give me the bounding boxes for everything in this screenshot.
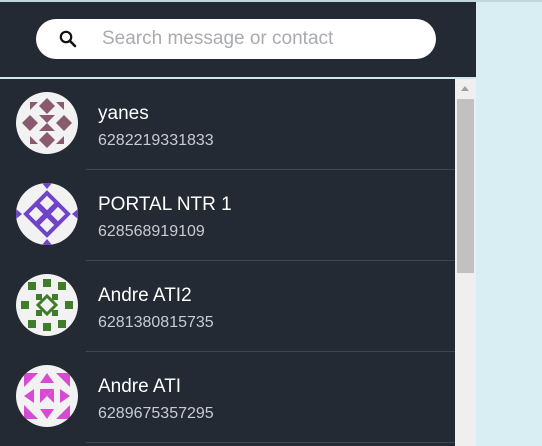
- scrollbar-thumb[interactable]: [457, 99, 474, 273]
- contact-item-portal-ntr-1[interactable]: PORTAL NTR 1 628568919109: [0, 170, 455, 261]
- search-bar-area: [0, 2, 476, 79]
- contact-item-andre-ati[interactable]: Andre ATI 6289675357295: [0, 352, 455, 443]
- scroll-up-arrow-icon[interactable]: [455, 79, 476, 99]
- contact-name: yanes: [98, 103, 149, 124]
- contacts-panel: yanes 6282219331833: [0, 2, 476, 446]
- avatar: [16, 92, 78, 154]
- contact-phone: 6289675357295: [98, 405, 214, 422]
- contact-name: Andre ATI2: [98, 285, 192, 306]
- avatar: [16, 365, 78, 427]
- contact-list: yanes 6282219331833 PORTAL NTR 1 6285689…: [0, 79, 455, 446]
- contact-item-andre-ati2[interactable]: Andre ATI2 6281380815735: [0, 261, 455, 352]
- contact-name: Andre ATI: [98, 376, 182, 397]
- contact-phone: 628568919109: [98, 223, 205, 240]
- avatar: [16, 183, 78, 245]
- avatar: [16, 274, 78, 336]
- contact-phone: 6282219331833: [98, 132, 214, 149]
- divider: [86, 442, 455, 443]
- contact-phone: 6281380815735: [98, 314, 214, 331]
- search-input[interactable]: [102, 19, 422, 59]
- contact-item-yanes[interactable]: yanes 6282219331833: [0, 79, 455, 170]
- search-box[interactable]: [36, 19, 436, 59]
- scrollbar[interactable]: [455, 79, 476, 446]
- search-icon[interactable]: [58, 29, 78, 49]
- contact-name: PORTAL NTR 1: [98, 194, 232, 215]
